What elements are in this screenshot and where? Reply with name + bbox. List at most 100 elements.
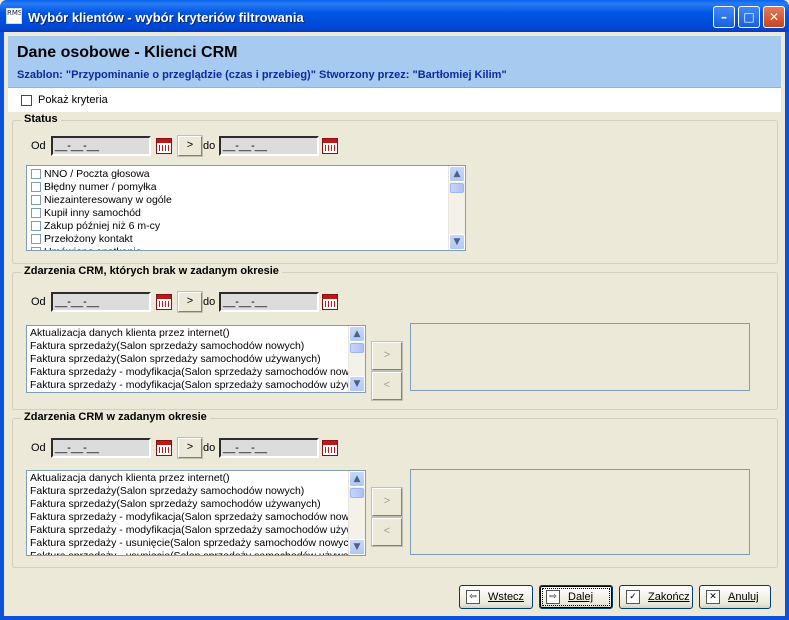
list-item-label: Umówione spotkanie bbox=[44, 246, 141, 250]
list-item-label: Faktura sprzedaży - modyfikacja(Salon sp… bbox=[30, 379, 350, 391]
status-to-calendar-button[interactable] bbox=[320, 136, 340, 156]
scroll-up-button[interactable]: ▲ bbox=[449, 166, 465, 182]
period-to-calendar-button[interactable] bbox=[320, 438, 340, 458]
maximize-button[interactable]: □ bbox=[738, 6, 760, 28]
list-item[interactable]: Faktura sprzedaży(Salon sprzedaży samoch… bbox=[27, 498, 350, 511]
checklist-item[interactable]: Przełożony kontakt bbox=[27, 233, 465, 246]
missing-to-date-input[interactable]: __-__-__ bbox=[219, 292, 319, 312]
next-button-label: Dalej bbox=[568, 591, 594, 603]
list-item[interactable]: Faktura sprzedaży(Salon sprzedaży samoch… bbox=[27, 485, 350, 498]
list-item[interactable]: Faktura sprzedaży - modyfikacja(Salon sp… bbox=[27, 524, 350, 537]
checklist-item[interactable]: Kupił inny samochód bbox=[27, 207, 465, 220]
missing-selected-events-box[interactable] bbox=[410, 323, 750, 391]
item-checkbox[interactable] bbox=[31, 247, 41, 250]
scroll-up-button[interactable]: ▲ bbox=[349, 471, 365, 487]
scroll-thumb[interactable] bbox=[350, 488, 364, 498]
calendar-icon bbox=[156, 440, 172, 456]
status-to-date-input[interactable]: __-__-__ bbox=[219, 136, 319, 156]
period-from-date-input[interactable]: __-__-__ bbox=[51, 438, 151, 458]
show-criteria-row: Pokaż kryteria bbox=[8, 88, 781, 112]
missing-next-date-button[interactable]: > bbox=[177, 291, 203, 313]
template-subtitle: Szablon: "Przypominanie o przeglądzie (c… bbox=[17, 69, 507, 81]
calendar-icon bbox=[156, 294, 172, 310]
period-events-list[interactable]: Aktualizacja danych klienta przez intern… bbox=[26, 470, 366, 556]
cancel-button[interactable]: ✕ Anuluj bbox=[699, 585, 771, 609]
list-item[interactable]: Faktura sprzedaży(Salon sprzedaży samoch… bbox=[27, 340, 350, 353]
scroll-down-button[interactable]: ▼ bbox=[449, 234, 465, 250]
period-to-label: do bbox=[203, 442, 216, 454]
list-item-label: Faktura sprzedaży(Salon sprzedaży samoch… bbox=[30, 340, 305, 352]
back-button[interactable]: ⇦ Wstecz bbox=[459, 585, 533, 609]
item-checkbox[interactable] bbox=[31, 221, 41, 231]
show-criteria-checkbox[interactable] bbox=[21, 95, 32, 106]
scroll-up-button[interactable]: ▲ bbox=[349, 326, 365, 342]
list-item[interactable]: Faktura sprzedaży - modyfikacja(Salon sp… bbox=[27, 379, 350, 392]
minimize-button[interactable]: – bbox=[713, 6, 735, 28]
scroll-down-button[interactable]: ▼ bbox=[349, 376, 365, 392]
checklist-item[interactable]: Zakup później niż 6 m-cy bbox=[27, 220, 465, 233]
list-item-label: Kupił inny samochód bbox=[44, 207, 141, 219]
list-item-label: Błędny numer / pomyłka bbox=[44, 181, 157, 193]
dialog-client-area: Dane osobowe - Klienci CRM Szablon: "Prz… bbox=[4, 32, 785, 616]
cancel-icon: ✕ bbox=[706, 590, 720, 604]
period-selected-events-box[interactable] bbox=[410, 469, 750, 555]
list-item-label: Faktura sprzedaży(Salon sprzedaży samoch… bbox=[30, 485, 305, 497]
back-button-label: Wstecz bbox=[488, 591, 525, 603]
checklist-item[interactable]: NNO / Poczta głosowa bbox=[27, 168, 465, 181]
period-next-date-button[interactable]: > bbox=[177, 437, 203, 459]
period-to-date-input[interactable]: __-__-__ bbox=[219, 438, 319, 458]
status-checklist[interactable]: NNO / Poczta głosowa Błędny numer / pomył… bbox=[26, 165, 466, 251]
checklist-item[interactable]: Umówione spotkanie bbox=[27, 246, 465, 250]
item-checkbox[interactable] bbox=[31, 234, 41, 244]
scroll-thumb[interactable] bbox=[350, 343, 364, 353]
item-checkbox[interactable] bbox=[31, 195, 41, 205]
list-item[interactable]: Faktura sprzedaży - usunięcie(Salon sprz… bbox=[27, 550, 350, 555]
missing-from-calendar-button[interactable] bbox=[154, 292, 174, 312]
status-from-date-input[interactable]: __-__-__ bbox=[51, 136, 151, 156]
list-item[interactable]: Faktura sprzedaży - modyfikacja(Salon sp… bbox=[27, 366, 350, 379]
finish-button[interactable]: ✓ Zakończ bbox=[619, 585, 693, 609]
status-scrollbar[interactable]: ▲ ▼ bbox=[448, 166, 465, 250]
checklist-item[interactable]: Niezainteresowany w ogóle bbox=[27, 194, 465, 207]
close-button[interactable]: ✕ bbox=[763, 6, 785, 28]
next-button[interactable]: ⇨ Dalej bbox=[539, 585, 613, 609]
list-item[interactable]: Aktualizacja danych klienta przez intern… bbox=[27, 472, 350, 485]
missing-from-date-input[interactable]: __-__-__ bbox=[51, 292, 151, 312]
list-item-label: Faktura sprzedaży - modyfikacja(Salon sp… bbox=[30, 366, 350, 378]
status-next-date-button[interactable]: > bbox=[177, 135, 203, 157]
arrow-left-icon: ⇦ bbox=[466, 590, 480, 604]
item-checkbox[interactable] bbox=[31, 182, 41, 192]
title-bar[interactable]: RMS Wybór klientów - wybór kryteriów fil… bbox=[0, 0, 789, 32]
item-checkbox[interactable] bbox=[31, 208, 41, 218]
item-checkbox[interactable] bbox=[31, 169, 41, 179]
calendar-icon bbox=[322, 440, 338, 456]
list-item-label: NNO / Poczta głosowa bbox=[44, 168, 150, 180]
period-remove-button[interactable]: < bbox=[371, 517, 403, 547]
missing-to-calendar-button[interactable] bbox=[320, 292, 340, 312]
list-item-label: Niezainteresowany w ogóle bbox=[44, 194, 172, 206]
calendar-icon bbox=[322, 138, 338, 154]
dialog-window: RMS Wybór klientów - wybór kryteriów fil… bbox=[0, 0, 789, 620]
list-item[interactable]: Faktura sprzedaży(Salon sprzedaży samoch… bbox=[27, 353, 350, 366]
events-missing-group-title: Zdarzenia CRM, których brak w zadanym ok… bbox=[21, 265, 282, 277]
checklist-item[interactable]: Błędny numer / pomyłka bbox=[27, 181, 465, 194]
missing-from-label: Od bbox=[31, 296, 46, 308]
missing-events-list[interactable]: Aktualizacja danych klienta przez intern… bbox=[26, 325, 366, 393]
list-item-label: Faktura sprzedaży(Salon sprzedaży samoch… bbox=[30, 498, 321, 510]
period-add-button[interactable]: > bbox=[371, 487, 403, 517]
missing-events-scrollbar[interactable]: ▲ ▼ bbox=[348, 326, 365, 392]
list-item-label: Faktura sprzedaży - usunięcie(Salon sprz… bbox=[30, 537, 350, 549]
period-from-calendar-button[interactable] bbox=[154, 438, 174, 458]
list-item[interactable]: Aktualizacja danych klienta przez intern… bbox=[27, 327, 350, 340]
scroll-thumb[interactable] bbox=[450, 183, 464, 193]
list-item[interactable]: Faktura sprzedaży - usunięcie(Salon sprz… bbox=[27, 537, 350, 550]
list-item[interactable]: Faktura sprzedaży - modyfikacja(Salon sp… bbox=[27, 511, 350, 524]
show-criteria-label[interactable]: Pokaż kryteria bbox=[38, 94, 108, 106]
period-events-scrollbar[interactable]: ▲ ▼ bbox=[348, 471, 365, 555]
cancel-button-label: Anuluj bbox=[728, 591, 759, 603]
status-group-title: Status bbox=[21, 113, 61, 125]
status-from-calendar-button[interactable] bbox=[154, 136, 174, 156]
missing-remove-button[interactable]: < bbox=[371, 371, 403, 401]
scroll-down-button[interactable]: ▼ bbox=[349, 539, 365, 555]
missing-add-button[interactable]: > bbox=[371, 341, 403, 371]
